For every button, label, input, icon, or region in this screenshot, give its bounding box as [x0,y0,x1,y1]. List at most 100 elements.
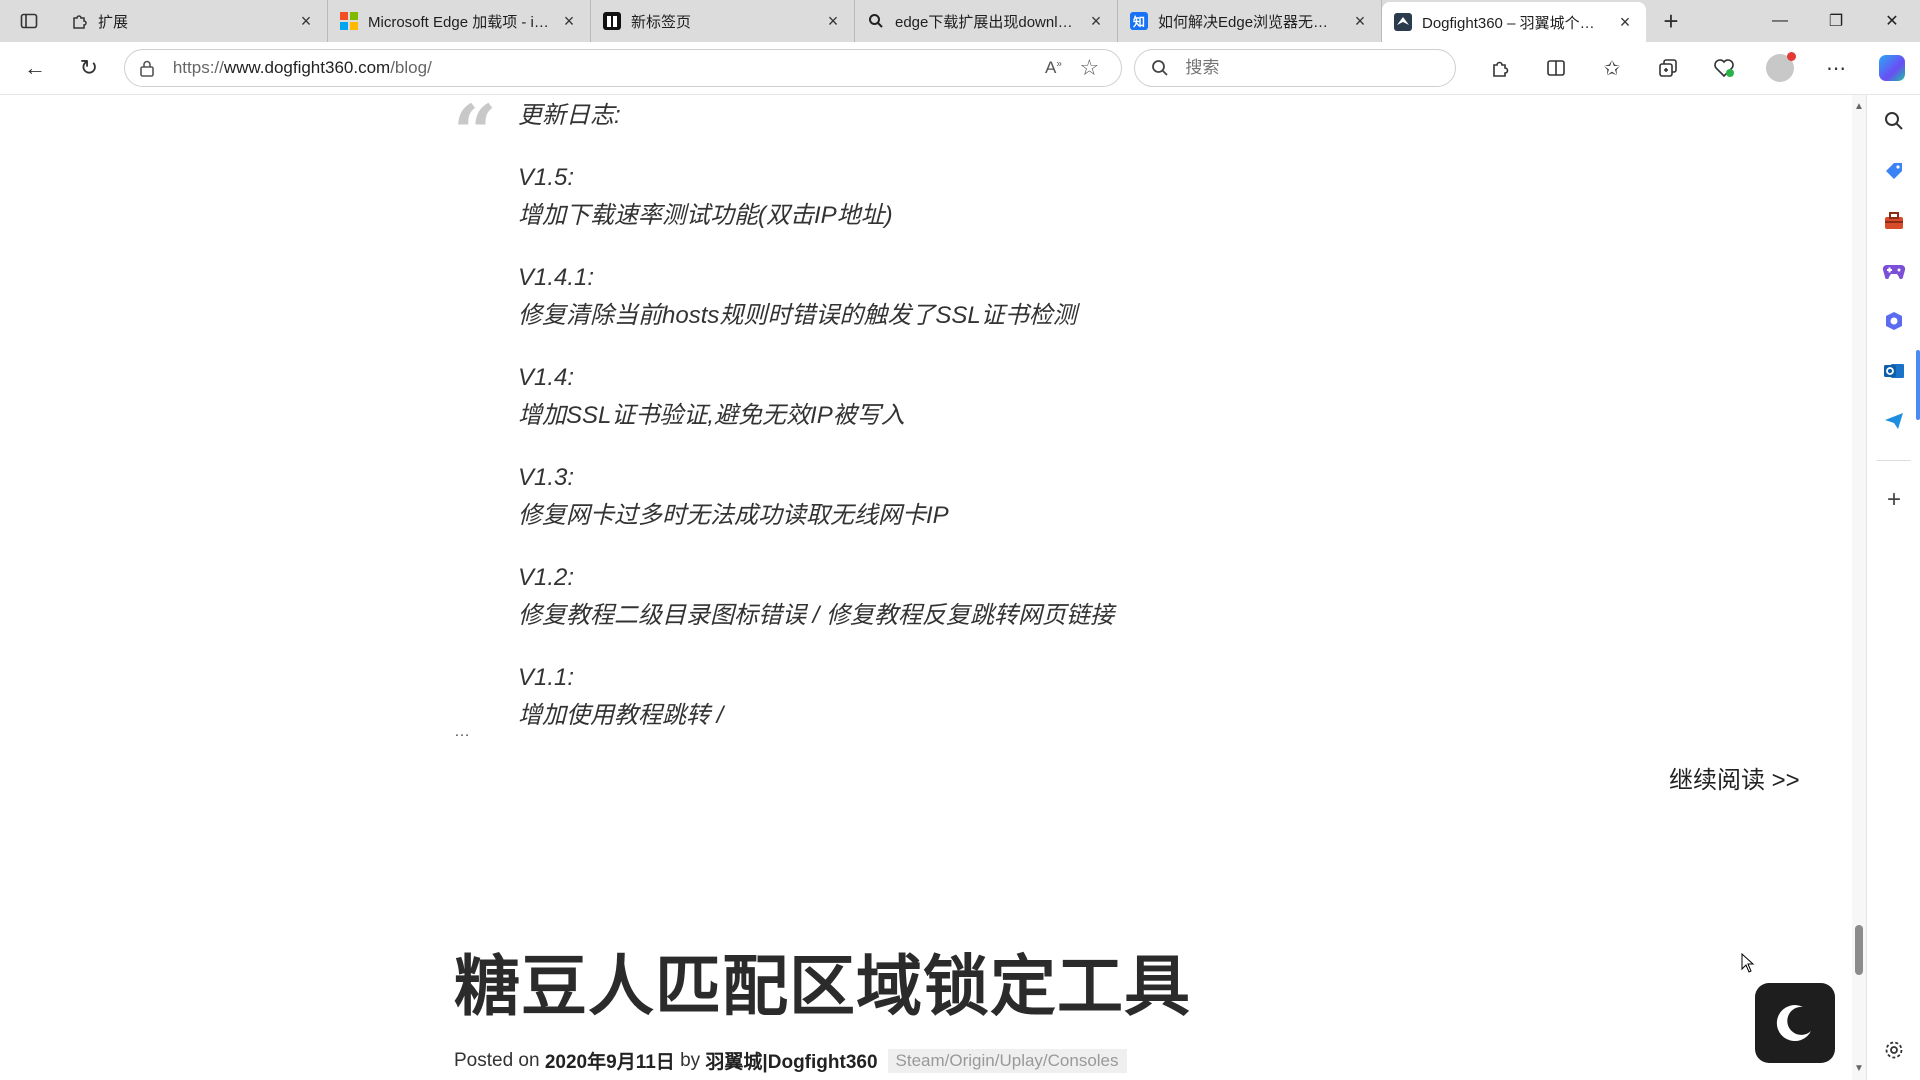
close-icon[interactable]: × [824,11,842,32]
add-icon: + [1886,486,1901,513]
changelog-text: 增加下载速率测试功能(双击IP地址) [518,202,893,229]
toolbox-icon [1885,212,1903,229]
window-close-button[interactable]: ✕ [1864,0,1920,42]
itab-icon [603,12,621,30]
extensions-button[interactable] [1472,48,1528,88]
tab-actions-icon [20,13,38,29]
sidebar-add-button[interactable]: + [1867,480,1920,520]
refresh-icon: ↻ [79,55,99,80]
sidebar-tools-button[interactable] [1867,201,1920,241]
post-date[interactable]: 2020年9月11日 [545,1047,675,1074]
tab-title: Microsoft Edge 加载项 - itab [368,13,552,31]
restore-button[interactable]: ❐ [1808,0,1864,42]
search-icon [1152,60,1169,76]
favorites-button[interactable]: ✩ [1584,48,1640,88]
changelog-text: 修复教程二级目录图标错误 / 修复教程反复跳转网页链接 [518,602,1115,629]
changelog-version: V1.5: [518,164,575,191]
extension-icon [1493,61,1509,77]
url-path: /blog/ [390,58,432,77]
more-button[interactable]: ⋯ [1808,48,1864,88]
split-screen-button[interactable] [1528,48,1584,88]
microsoft-logo-icon [340,12,358,30]
performance-button[interactable] [1696,48,1752,88]
lock-icon[interactable] [139,59,155,77]
changelog-version: V1.1: [518,664,575,691]
close-icon[interactable]: × [297,11,315,32]
scrollbar-thumb[interactable] [1855,925,1863,975]
heart-performance-icon [1714,59,1734,78]
sidebar-divider [1877,460,1911,461]
close-icon[interactable]: × [560,11,578,32]
post-author[interactable]: 羽翼城|Dogfight360 [705,1047,877,1074]
sidebar-active-indicator [1916,350,1920,420]
tab-title: 如何解决Edge浏览器无法翻 [1158,13,1343,31]
page-content: “ 更新日志: V1.5: 增加下载速率测试功能(双击IP地址) V1.4.1:… [0,95,1852,1080]
zhihu-icon: 知 [1130,12,1148,30]
post-category-tag[interactable]: Steam/Origin/Uplay/Consoles [887,1048,1127,1073]
post-title[interactable]: 糖豆人匹配区域锁定工具 [454,933,1191,1029]
tab-new-tab-page[interactable]: 新标签页 × [591,0,855,42]
profile-button[interactable] [1752,48,1808,88]
copilot-button[interactable] [1864,48,1920,88]
close-icon[interactable]: × [1616,12,1634,33]
sidebar-settings-button[interactable] [1867,1030,1920,1070]
scroll-up-arrow-icon[interactable]: ▲ [1854,101,1864,112]
tab-edge-addons[interactable]: Microsoft Edge 加载项 - itab × [328,0,591,42]
search-input[interactable] [1183,57,1428,79]
close-icon[interactable]: × [1351,11,1369,32]
tab-extensions[interactable]: 扩展 × [58,0,328,42]
address-bar[interactable]: https://www.dogfight360.com/blog/ A» ☆ [123,49,1123,87]
read-aloud-icon[interactable]: A» [1035,58,1071,78]
new-tab-button[interactable]: + [1646,6,1696,37]
changelog-version: V1.4.1: [518,264,595,291]
changelog-entry: V1.4: 增加SSL证书验证,避免无效IP被写入 [518,359,1718,435]
favorite-star-icon[interactable]: ☆ [1071,55,1107,81]
changelog-version: V1.4: [518,364,575,391]
scroll-down-arrow-icon[interactable]: ▼ [1854,1063,1864,1074]
changelog-text: 修复清除当前hosts规则时错误的触发了SSL证书检测 [518,302,1077,329]
tab-dogfight360[interactable]: Dogfight360 – 羽翼城个人博 × [1382,2,1646,42]
refresh-button[interactable]: ↻ [62,48,116,88]
split-screen-icon [1547,60,1565,76]
collections-icon [1659,59,1677,77]
url-text[interactable]: https://www.dogfight360.com/blog/ [173,58,1036,78]
back-button[interactable]: ← [8,48,62,88]
sidebar-shopping-button[interactable] [1867,151,1920,191]
minimize-button[interactable]: — [1752,0,1808,42]
sidebar-games-button[interactable] [1867,251,1920,291]
sidebar-search-button[interactable] [1867,101,1920,141]
read-more-link[interactable]: 继续阅读 >> [1669,760,1800,795]
changelog-text: 增加SSL证书验证,避免无效IP被写入 [518,402,905,429]
tab-title: 扩展 [98,13,129,31]
page-scrollbar[interactable]: ▲ ▼ [1852,95,1866,1080]
close-icon[interactable]: × [1087,11,1105,32]
collections-button[interactable] [1640,48,1696,88]
tab-search-result[interactable]: edge下载扩展出现download × [855,0,1118,42]
tab-title: 新标签页 [631,13,692,31]
by-label: by [680,1049,701,1071]
tab-actions-button[interactable] [0,0,58,42]
more-icon: ⋯ [1826,57,1846,80]
sidebar-office-button[interactable] [1867,301,1920,341]
tag-icon [1886,163,1902,179]
search-box[interactable] [1134,49,1456,87]
post-meta: Posted on 2020年9月11日 by 羽翼城|Dogfight360 … [454,1047,1127,1074]
sidebar-send-button[interactable] [1867,401,1920,441]
mouse-cursor-icon [1741,952,1755,979]
tab-title: edge下载扩展出现download [895,13,1079,31]
changelog-text: 修复网卡过多时无法成功读取无线网卡IP [518,502,949,529]
game-controller-icon [1882,264,1906,279]
quote-icon: “ [453,95,497,177]
copilot-icon [1879,55,1905,81]
changelog-entry: V1.3: 修复网卡过多时无法成功读取无线网卡IP [518,459,1718,535]
sidebar-outlook-button[interactable] [1867,351,1920,391]
changelog-entry: V1.1: 增加使用教程跳转 / [518,659,1718,735]
send-plane-icon [1885,413,1903,429]
changelog-version: V1.2: [518,564,575,591]
toolbar-right-actions: ✩ ⋯ [1472,48,1920,88]
edge-sidebar: + [1866,95,1920,1080]
changelog-entry: V1.2: 修复教程二级目录图标错误 / 修复教程反复跳转网页链接 [518,559,1718,635]
changelog-entry: V1.4.1: 修复清除当前hosts规则时错误的触发了SSL证书检测 [518,259,1718,335]
tab-zhihu[interactable]: 知 如何解决Edge浏览器无法翻 × [1118,0,1382,42]
dark-mode-toggle[interactable] [1755,983,1835,1063]
